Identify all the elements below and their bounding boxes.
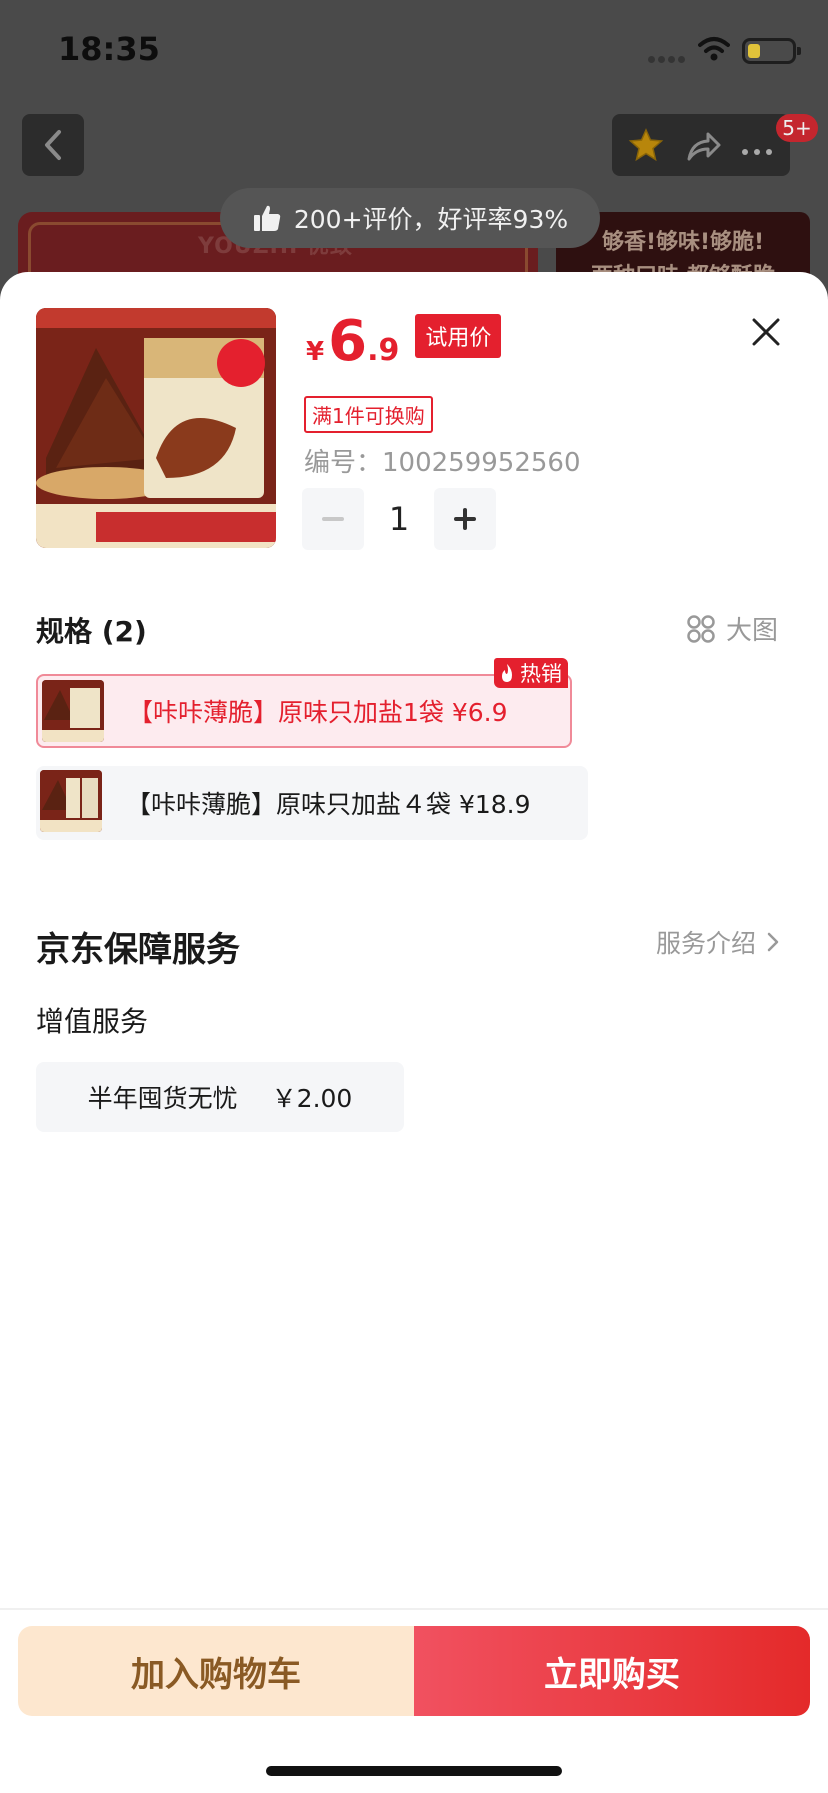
wifi-icon bbox=[698, 37, 730, 61]
value-added-title: 增值服务 bbox=[36, 1005, 149, 1038]
top-action-group bbox=[612, 114, 790, 176]
cellular-signal-icon bbox=[648, 48, 688, 63]
value-added-option[interactable]: 半年囤货无忧 ￥2.00 bbox=[36, 1062, 404, 1132]
rating-text: 200+评价，好评率93% bbox=[293, 205, 569, 234]
battery-icon bbox=[742, 38, 801, 64]
quantity-increase-button[interactable] bbox=[434, 488, 496, 550]
thumbs-up-icon bbox=[253, 205, 281, 231]
big-image-label: 大图 bbox=[726, 616, 779, 646]
guarantee-service-title: 京东保障服务 bbox=[36, 930, 240, 970]
price: ¥ 6 .9 试用价 bbox=[306, 309, 502, 374]
flame-icon bbox=[502, 664, 512, 682]
chevron-right-icon bbox=[767, 932, 779, 952]
price-integer: 6 bbox=[328, 309, 368, 374]
chevron-left-icon bbox=[45, 130, 61, 160]
exchange-tag: 满1件可换购 bbox=[304, 396, 433, 433]
spec-option-2[interactable]: 【咔咔薄脆】原味只加盐４袋 ¥18.9 bbox=[36, 766, 588, 840]
close-icon[interactable] bbox=[746, 312, 786, 352]
service-option-price: ￥2.00 bbox=[271, 1084, 353, 1113]
sku-id: 编号：100259952560 bbox=[304, 448, 581, 478]
spec-section-title: 规格 (2) bbox=[36, 615, 147, 648]
buy-now-button[interactable]: 立即购买 bbox=[414, 1626, 810, 1716]
status-bar: 18:35 bbox=[0, 0, 828, 100]
spec-option-1[interactable]: 【咔咔薄脆】原味只加盐1袋 ¥6.9 bbox=[36, 674, 572, 748]
price-currency: ¥ bbox=[306, 337, 325, 367]
big-image-toggle[interactable]: 大图 bbox=[686, 610, 778, 647]
spec-option-label: 【咔咔薄脆】原味只加盐４袋 ¥18.9 bbox=[126, 790, 531, 819]
back-button[interactable] bbox=[22, 114, 84, 176]
minus-icon bbox=[322, 517, 344, 521]
more-options-icon[interactable] bbox=[742, 140, 778, 155]
plus-icon bbox=[454, 508, 476, 530]
bottom-divider bbox=[0, 1608, 828, 1610]
product-image bbox=[36, 308, 276, 548]
trial-price-badge: 试用价 bbox=[415, 314, 502, 358]
hot-sale-badge: 热销 bbox=[494, 658, 568, 688]
spec-option-thumbnail bbox=[40, 770, 102, 832]
spec-option-label: 【咔咔薄脆】原味只加盐1袋 ¥6.9 bbox=[128, 698, 508, 727]
rating-pill[interactable]: 200+评价，好评率93% bbox=[220, 188, 600, 248]
cart-count-badge: 5+ bbox=[776, 114, 818, 142]
hot-sale-label: 热销 bbox=[520, 662, 562, 686]
product-thumbnail[interactable] bbox=[36, 308, 276, 548]
status-time: 18:35 bbox=[58, 30, 160, 68]
service-option-name: 半年囤货无忧 bbox=[87, 1084, 238, 1113]
favorite-star-icon[interactable] bbox=[628, 128, 664, 162]
spec-option-thumbnail bbox=[42, 680, 104, 742]
background-product-page: 18:35 5+ YOUZHI 优致 够香!够味!够脆! 两种口味 都够酥脆 bbox=[0, 0, 828, 332]
price-decimal: .9 bbox=[367, 333, 400, 368]
add-to-cart-button[interactable]: 加入购物车 bbox=[18, 1626, 414, 1716]
quantity-value[interactable]: 1 bbox=[364, 488, 434, 550]
grid-view-icon bbox=[687, 614, 715, 643]
quantity-decrease-button[interactable] bbox=[302, 488, 364, 550]
service-intro-label: 服务介绍 bbox=[656, 929, 757, 958]
home-indicator bbox=[266, 1766, 562, 1776]
service-intro-link[interactable]: 服务介绍 bbox=[656, 924, 780, 960]
sku-selector-sheet: ¥ 6 .9 试用价 满1件可换购 编号：100259952560 1 规格 (… bbox=[0, 272, 828, 1793]
share-icon[interactable] bbox=[686, 130, 722, 162]
